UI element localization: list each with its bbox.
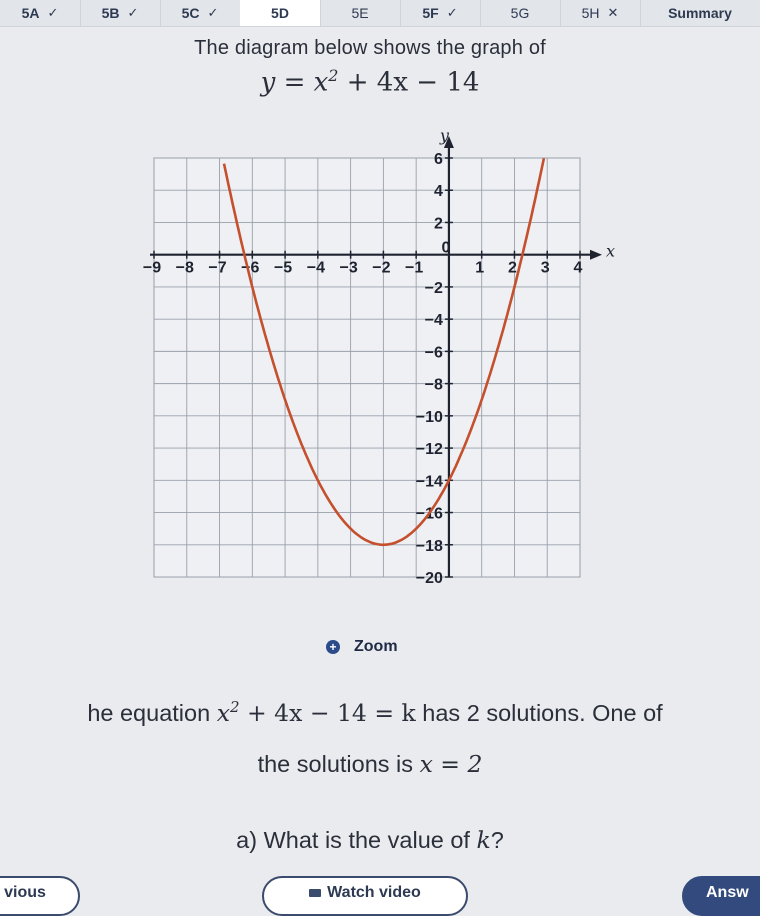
part-a-question: a) What is the value of k? bbox=[0, 826, 740, 854]
x-tick-label: −5 bbox=[274, 260, 292, 277]
question-intro: The diagram below shows the graph of bbox=[194, 37, 546, 59]
zoom-in-icon: + bbox=[326, 640, 340, 654]
parabola-graph: xy −9 −8 −7 −6 −5 −4 −3 −2 −101 2 3 4 642−2−4−6−8−1… bbox=[143, 130, 615, 587]
tab-5g[interactable]: 5G bbox=[480, 0, 561, 26]
p1-x: x bbox=[216, 698, 230, 727]
graph-equation: y = x2 + 4x − 14 bbox=[0, 66, 740, 98]
x-tick-label: −7 bbox=[208, 260, 226, 277]
p2-math: x = 2 bbox=[419, 750, 483, 778]
y-tick-label: −12 bbox=[416, 441, 443, 458]
answer-label: Answ bbox=[706, 884, 749, 901]
tab-summary[interactable]: Summary bbox=[640, 0, 760, 26]
eq-x: x bbox=[313, 67, 329, 98]
watch-video-button[interactable]: Watch video bbox=[262, 876, 468, 916]
tab-label: 5E bbox=[351, 5, 369, 21]
x-axis-arrow bbox=[590, 249, 602, 260]
check-icon: ✓ bbox=[446, 5, 458, 20]
tab-label: 5C bbox=[181, 5, 200, 21]
eq-exponent: 2 bbox=[328, 66, 339, 85]
y-axis-label: y bbox=[439, 130, 450, 145]
tab-label: 5A bbox=[21, 5, 40, 21]
answer-button[interactable]: Answ bbox=[682, 876, 760, 916]
tab-label: 5B bbox=[101, 5, 120, 21]
check-icon: ✓ bbox=[207, 5, 219, 20]
y-tick-label: −20 bbox=[416, 570, 443, 587]
p1-start: he equation bbox=[87, 699, 211, 726]
question-paragraph-2: the solutions is x = 2 bbox=[0, 750, 740, 778]
x-tick-label: −4 bbox=[307, 260, 325, 277]
p1-equation: x2 + 4x − 14 = k bbox=[216, 698, 416, 727]
eq-lhs: y bbox=[260, 67, 276, 98]
x-tick-label: −2 bbox=[372, 260, 390, 277]
y-tick-label: 2 bbox=[434, 215, 443, 232]
cross-icon: ✕ bbox=[607, 5, 619, 20]
previous-label: vious bbox=[4, 884, 46, 901]
question-paragraph-1: he equation x2 + 4x − 14 = k has 2 solut… bbox=[0, 698, 760, 727]
p1-rest: + 4x − 14 = k bbox=[246, 698, 416, 727]
y-tick-label: −18 bbox=[416, 538, 443, 555]
tab-5c[interactable]: 5C ✓ bbox=[160, 0, 241, 26]
x-tick-label: 0 bbox=[441, 240, 450, 257]
tab-5e[interactable]: 5E bbox=[320, 0, 401, 26]
grid-lines bbox=[153, 157, 581, 578]
tab-5d[interactable]: 5D bbox=[240, 0, 321, 26]
y-tick-label: −14 bbox=[416, 473, 443, 490]
zoom-label: Zoom bbox=[354, 638, 398, 655]
y-tick-label: 6 bbox=[434, 151, 443, 168]
tab-label: 5F bbox=[422, 5, 439, 21]
watch-video-label: Watch video bbox=[327, 884, 421, 901]
x-tick-label: 3 bbox=[541, 260, 550, 277]
grid-frame bbox=[153, 157, 581, 578]
p1-end: has 2 solutions. One of bbox=[422, 699, 663, 726]
check-icon: ✓ bbox=[127, 5, 139, 20]
tab-5a[interactable]: 5A ✓ bbox=[0, 0, 81, 26]
part-a-text: a) What is the value of bbox=[236, 827, 470, 853]
y-tick-label: −8 bbox=[425, 377, 443, 394]
previous-button[interactable]: vious bbox=[0, 876, 80, 916]
tab-label: 5G bbox=[510, 5, 530, 21]
y-tick-label: −4 bbox=[425, 312, 443, 329]
p2-start: the solutions is bbox=[257, 751, 414, 777]
tab-label: 5H bbox=[581, 5, 600, 21]
y-tick-label: −2 bbox=[425, 280, 443, 297]
eq-rest: + 4x − 14 bbox=[346, 67, 480, 98]
tab-label: Summary bbox=[668, 5, 732, 21]
x-tick-label: −8 bbox=[176, 260, 194, 277]
tab-label: 5D bbox=[271, 5, 289, 21]
p1-exp: 2 bbox=[229, 698, 240, 716]
x-tick-label: 2 bbox=[508, 260, 517, 277]
x-tick-label: 1 bbox=[475, 260, 484, 277]
part-a-end: ? bbox=[490, 827, 504, 853]
tab-5f[interactable]: 5F ✓ bbox=[400, 0, 481, 26]
eq-sign: = bbox=[283, 67, 306, 98]
part-a-var: k bbox=[476, 826, 491, 854]
x-tick-label: 4 bbox=[574, 260, 583, 277]
question-tab-bar: 5A ✓ 5B ✓ 5C ✓ 5D 5E 5F ✓ 5G 5H ✕ Summar… bbox=[0, 0, 760, 27]
zoom-button[interactable]: + Zoom bbox=[326, 636, 398, 658]
x-tick-label: −1 bbox=[405, 260, 423, 277]
y-tick-label: 4 bbox=[434, 183, 443, 200]
x-axis-label: x bbox=[606, 242, 615, 261]
x-tick-label: −9 bbox=[143, 260, 161, 277]
y-tick-label: −10 bbox=[416, 409, 443, 426]
y-tick-label: −6 bbox=[425, 344, 443, 361]
x-tick-label: −3 bbox=[339, 260, 357, 277]
tab-5b[interactable]: 5B ✓ bbox=[80, 0, 161, 26]
tab-5h[interactable]: 5H ✕ bbox=[560, 0, 641, 26]
check-icon: ✓ bbox=[47, 5, 59, 20]
